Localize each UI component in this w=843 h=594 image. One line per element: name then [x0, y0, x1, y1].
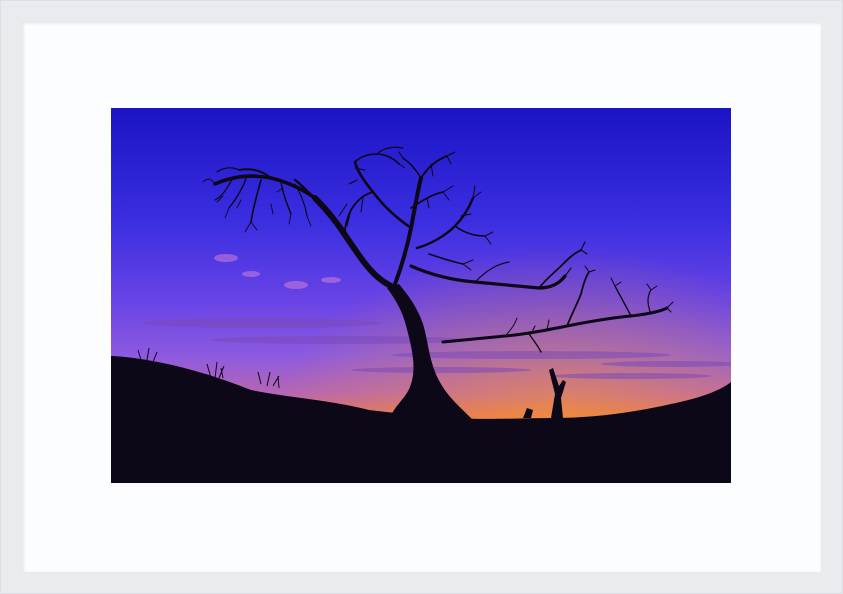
framed-photograph: [111, 108, 731, 483]
sunset-landscape-image: [111, 108, 731, 483]
picture-frame: [0, 0, 843, 594]
